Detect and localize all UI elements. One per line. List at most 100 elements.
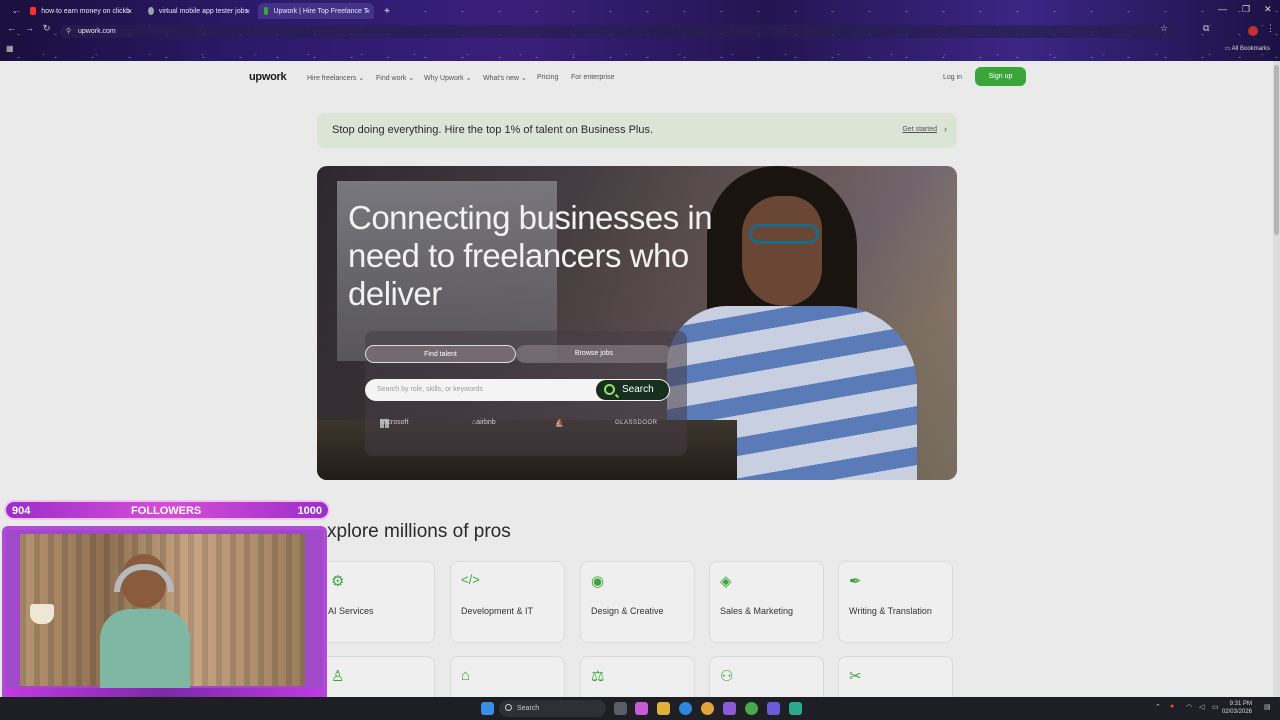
close-tab-icon[interactable]: × xyxy=(365,7,370,16)
upwork-logo[interactable]: upwork xyxy=(249,71,287,83)
search-mode-toggle: Find talent Browse jobs xyxy=(365,345,687,365)
explore-heading: xplore millions of pros xyxy=(327,521,511,542)
find-talent-tab[interactable]: Find talent xyxy=(365,345,516,363)
address-bar-row: ← → ↻ ⚲ upwork.com ☆ ⧉ ⋮ xyxy=(0,23,1280,39)
tab-clickbank[interactable]: how to earn money on clickb × xyxy=(24,3,136,19)
edge-icon[interactable] xyxy=(679,702,692,715)
all-bookmarks[interactable]: ▭ All Bookmarks xyxy=(1225,45,1270,52)
menu-icon[interactable]: ⋮ xyxy=(1266,23,1275,34)
signup-button[interactable]: Sign up xyxy=(975,67,1026,86)
category-card-development[interactable]: </> Development & IT xyxy=(450,561,565,643)
nav-hire-freelancers[interactable]: Hire freelancers ⌄ xyxy=(307,74,364,82)
app-icon-2[interactable] xyxy=(789,702,802,715)
apps-icon[interactable]: ▦ xyxy=(6,44,14,53)
chevron-right-icon: › xyxy=(944,124,947,134)
airbnb-logo: ⌂ airbnb xyxy=(472,419,496,426)
category-card-design[interactable]: ◉ Design & Creative xyxy=(580,561,695,643)
tab-menu-icon[interactable]: ⌄ xyxy=(6,3,24,19)
person-glasses xyxy=(749,224,819,244)
copilot-icon[interactable] xyxy=(635,702,648,715)
hero-search-panel: Find talent Browse jobs Search by role, … xyxy=(365,331,687,456)
logo-text: Microsoft xyxy=(380,419,409,426)
category-card-ai[interactable]: ⚙ AI Services xyxy=(320,561,435,643)
notification-icon[interactable]: ▤ xyxy=(1264,703,1271,711)
close-tab-icon[interactable]: × xyxy=(245,7,250,16)
discord-icon[interactable] xyxy=(767,702,780,715)
windows-taskbar: Search ⌃ ● ◠ ◁ ▭ 9:31 PM 02/03/2026 ▤ xyxy=(0,697,1280,720)
extensions-icon[interactable]: ⧉ xyxy=(1203,23,1209,34)
site-header: upwork Hire freelancers ⌄ Find work ⌄ Wh… xyxy=(0,67,1273,89)
nav-label: Find work xyxy=(376,75,407,82)
nav-whats-new[interactable]: What's new ⌄ xyxy=(483,74,527,82)
category-card-8[interactable]: ⚖ xyxy=(580,656,695,697)
minimize-icon[interactable]: — xyxy=(1218,4,1227,14)
category-card-9[interactable]: ⚇ xyxy=(709,656,824,697)
task-view-icon[interactable] xyxy=(614,702,627,715)
tag-icon: ◈ xyxy=(720,573,732,590)
url-field[interactable]: ⚲ upwork.com xyxy=(60,25,1175,38)
category-label: Sales & Marketing xyxy=(720,606,794,616)
app-icon[interactable] xyxy=(723,702,736,715)
windows-start-icon[interactable] xyxy=(481,702,494,715)
code-icon: </> xyxy=(461,572,480,587)
get-started-link[interactable]: Get started xyxy=(902,126,937,133)
reload-icon[interactable]: ↻ xyxy=(43,23,51,34)
browse-jobs-tab[interactable]: Browse jobs xyxy=(516,345,672,363)
bookmark-star-icon[interactable]: ☆ xyxy=(1160,23,1168,34)
tools-icon: ✂ xyxy=(849,668,862,685)
category-card-sales[interactable]: ◈ Sales & Marketing xyxy=(709,561,824,643)
tab-title: Upwork | Hire Top Freelance T xyxy=(273,7,368,15)
page-scrollbar[interactable] xyxy=(1273,61,1280,697)
restore-icon[interactable]: ❐ xyxy=(1242,4,1250,15)
login-link[interactable]: Log in xyxy=(943,74,962,81)
search-input[interactable]: Search by role, skills, or keywords xyxy=(377,386,483,393)
tab-bar: ⌄ how to earn money on clickb × virtual … xyxy=(0,0,1280,21)
search-icon xyxy=(604,384,615,395)
glassdoor-logo: GLASSDOOR xyxy=(615,420,658,426)
bookmarks-bar: ▦ ▭ All Bookmarks xyxy=(0,42,1280,58)
nav-why-upwork[interactable]: Why Upwork ⌄ xyxy=(424,74,472,82)
taskbar-search[interactable]: Search xyxy=(499,700,606,717)
hero-search-box[interactable]: Search by role, skills, or keywords Sear… xyxy=(365,379,670,401)
person-icon: ♙ xyxy=(331,668,345,685)
clock-time: 9:31 PM xyxy=(1229,701,1252,707)
search-button[interactable]: Search xyxy=(596,380,669,400)
bank-icon: ⌂ xyxy=(461,667,471,684)
scrollbar-thumb[interactable] xyxy=(1274,65,1279,235)
banner-text: Stop doing everything. Hire the top 1% o… xyxy=(332,124,654,136)
site-info-icon[interactable]: ⚲ xyxy=(66,25,71,38)
new-tab-button[interactable]: + xyxy=(378,3,396,19)
back-icon[interactable]: ← xyxy=(7,23,16,33)
tray-chevron-icon[interactable]: ⌃ xyxy=(1155,703,1161,711)
search-icon xyxy=(505,704,512,711)
nav-pricing[interactable]: Pricing xyxy=(537,74,558,81)
close-window-icon[interactable]: ✕ xyxy=(1264,4,1272,15)
chrome-icon[interactable] xyxy=(701,702,714,715)
profile-avatar[interactable] xyxy=(1248,26,1258,36)
tab-tester-jobs[interactable]: virtual mobile app tester jobs × xyxy=(142,3,254,19)
youtube-icon xyxy=(30,7,37,15)
xbox-icon[interactable] xyxy=(745,702,758,715)
category-card-7[interactable]: ⌂ xyxy=(450,656,565,697)
taskbar-clock[interactable]: 9:31 PM 02/03/2026 xyxy=(1222,700,1252,716)
nav-find-work[interactable]: Find work ⌄ xyxy=(376,74,414,82)
close-tab-icon[interactable]: × xyxy=(127,7,132,16)
battery-icon[interactable]: ▭ xyxy=(1212,703,1219,711)
tab-upwork[interactable]: Upwork | Hire Top Freelance T × xyxy=(258,3,374,19)
followers-goal: 1000 xyxy=(297,505,322,517)
file-explorer-icon[interactable] xyxy=(657,702,670,715)
people-icon: ⚇ xyxy=(720,668,734,685)
trusted-by-logos: Microsoft ⌂ airbnb ⛵ GLASSDOOR xyxy=(365,419,687,435)
wifi-icon[interactable]: ◠ xyxy=(1186,703,1192,711)
category-card-writing[interactable]: ✒ Writing & Translation xyxy=(838,561,953,643)
volume-icon[interactable]: ◁ xyxy=(1199,703,1204,711)
search-button-label: Search xyxy=(622,384,654,395)
forward-icon[interactable]: → xyxy=(25,23,34,33)
nav-label: Hire freelancers xyxy=(307,75,357,82)
category-card-6[interactable]: ♙ xyxy=(320,656,435,697)
webcam-overlay xyxy=(2,526,327,716)
category-card-10[interactable]: ✂ xyxy=(838,656,953,697)
mic-icon[interactable]: ● xyxy=(1170,703,1174,710)
streamer xyxy=(100,554,190,699)
nav-for-enterprise[interactable]: For enterprise xyxy=(571,74,615,81)
